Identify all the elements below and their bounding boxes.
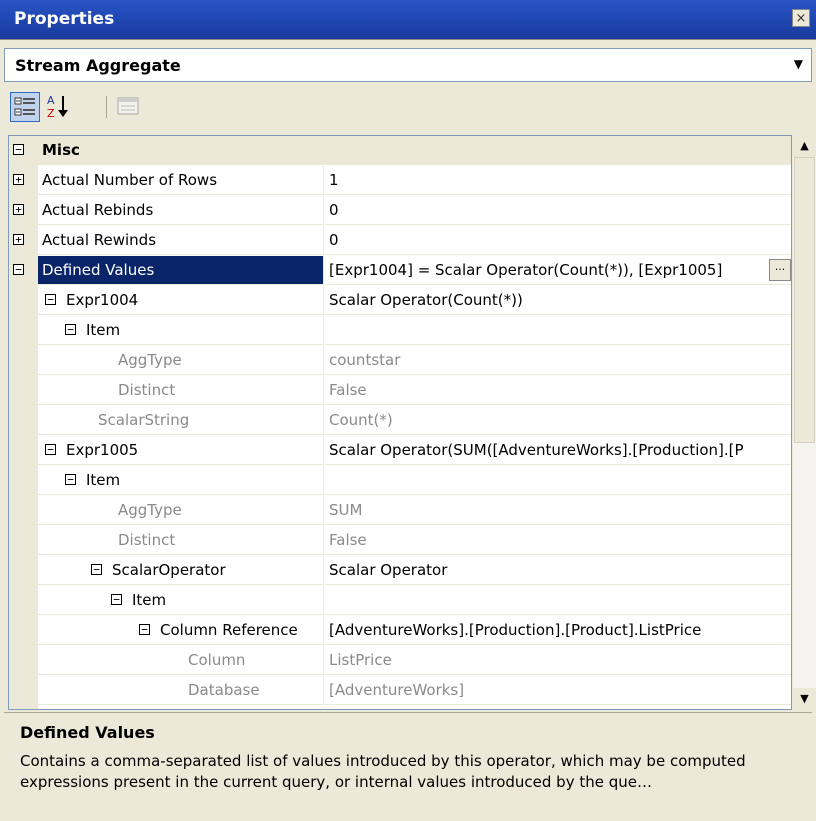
description-text: Contains a comma-separated list of value…: [20, 752, 746, 791]
collapse-icon[interactable]: −: [13, 264, 24, 275]
collapse-icon[interactable]: −: [111, 594, 122, 605]
scroll-down-icon[interactable]: ▼: [793, 688, 816, 710]
collapse-icon[interactable]: −: [91, 564, 102, 575]
property-name: Actual Rebinds: [38, 196, 324, 225]
collapse-icon[interactable]: −: [139, 624, 150, 635]
title-bar: Properties ×: [0, 0, 816, 40]
property-name: ScalarString: [38, 406, 324, 435]
property-value[interactable]: 0: [325, 196, 791, 225]
collapse-icon[interactable]: −: [13, 144, 24, 155]
property-row[interactable]: Column ListPrice: [9, 646, 791, 676]
property-name: AggType: [38, 346, 324, 375]
window-title: Properties: [14, 9, 115, 29]
property-name: Actual Rewinds: [38, 226, 324, 255]
property-row[interactable]: AggType SUM: [9, 496, 791, 526]
property-name: Distinct: [38, 376, 324, 405]
property-value[interactable]: [AdventureWorks]: [325, 676, 791, 705]
property-row[interactable]: Distinct False: [9, 526, 791, 556]
description-pane: Defined Values Contains a comma-separate…: [4, 712, 812, 817]
expand-icon[interactable]: +: [13, 204, 24, 215]
property-name: Item: [38, 586, 324, 615]
property-row[interactable]: ScalarOperator − Scalar Operator: [9, 556, 791, 586]
ellipsis-button[interactable]: ...: [769, 259, 791, 281]
property-name: Item: [38, 466, 324, 495]
scroll-up-icon[interactable]: ▲: [793, 135, 816, 157]
toolbar-separator: [106, 96, 107, 118]
svg-text:A: A: [47, 94, 55, 107]
property-pages-button[interactable]: [114, 92, 144, 122]
property-value[interactable]: [325, 586, 791, 615]
close-icon[interactable]: ×: [792, 9, 810, 27]
object-selector[interactable]: Stream Aggregate ▼: [4, 48, 812, 82]
property-row[interactable]: Expr1004 − Scalar Operator(Count(*)): [9, 286, 791, 316]
property-value[interactable]: 0: [325, 226, 791, 255]
property-row[interactable]: Item −: [9, 466, 791, 496]
property-value[interactable]: Count(*): [325, 406, 791, 435]
property-row[interactable]: Column Reference − [AdventureWorks].[Pro…: [9, 616, 791, 646]
property-value[interactable]: [325, 316, 791, 345]
property-row[interactable]: Item −: [9, 586, 791, 616]
property-name: Expr1005: [38, 436, 324, 465]
object-selector-value: Stream Aggregate: [15, 56, 181, 75]
svg-text:Z: Z: [47, 107, 55, 120]
property-row[interactable]: Database [AdventureWorks]: [9, 676, 791, 706]
expand-icon[interactable]: +: [13, 174, 24, 185]
property-name: Actual Number of Rows: [38, 166, 324, 195]
property-value[interactable]: Scalar Operator: [325, 556, 791, 585]
property-value[interactable]: False: [325, 376, 791, 405]
alphabetical-button[interactable]: A Z: [44, 92, 74, 122]
property-value[interactable]: ListPrice: [325, 646, 791, 675]
property-value[interactable]: 1: [325, 166, 791, 195]
property-row[interactable]: AggType countstar: [9, 346, 791, 376]
expand-icon[interactable]: +: [13, 234, 24, 245]
property-name: Database: [38, 676, 324, 705]
collapse-icon[interactable]: −: [45, 444, 56, 455]
property-row[interactable]: + Actual Number of Rows 1: [9, 166, 791, 196]
collapse-icon[interactable]: −: [45, 294, 56, 305]
property-row-selected[interactable]: − Defined Values [Expr1004] = Scalar Ope…: [9, 256, 791, 286]
collapse-icon[interactable]: −: [65, 474, 76, 485]
property-name: ScalarOperator: [38, 556, 324, 585]
categorized-icon: [14, 97, 35, 116]
property-value[interactable]: Scalar Operator(Count(*)): [325, 286, 791, 315]
property-row[interactable]: Item −: [9, 316, 791, 346]
property-value[interactable]: countstar: [325, 346, 791, 375]
category-misc[interactable]: − Misc: [9, 136, 791, 166]
category-label: Misc: [38, 136, 791, 165]
sort-az-icon: A Z: [47, 94, 68, 120]
property-row[interactable]: + Actual Rebinds 0: [9, 196, 791, 226]
property-name: Column Reference: [38, 616, 324, 645]
property-value[interactable]: SUM: [325, 496, 791, 525]
property-value[interactable]: False: [325, 526, 791, 555]
property-value[interactable]: [Expr1004] = Scalar Operator(Count(*)), …: [325, 256, 791, 285]
property-pages-icon: [117, 97, 139, 115]
property-name: Distinct: [38, 526, 324, 555]
description-title: Defined Values: [20, 723, 155, 742]
property-grid: − Misc + Actual Number of Rows 1 + Actua…: [8, 135, 792, 710]
property-row[interactable]: + Actual Rewinds 0: [9, 226, 791, 256]
property-name: Defined Values: [38, 256, 324, 285]
property-value[interactable]: [AdventureWorks].[Production].[Product].…: [325, 616, 791, 645]
scroll-thumb[interactable]: [794, 157, 815, 443]
property-name: AggType: [38, 496, 324, 525]
vertical-scrollbar[interactable]: ▲ ▼: [793, 135, 816, 710]
chevron-down-icon[interactable]: ▼: [794, 57, 803, 71]
property-name: Item: [38, 316, 324, 345]
property-row[interactable]: Distinct False: [9, 376, 791, 406]
property-row[interactable]: ScalarString Count(*): [9, 406, 791, 436]
property-value[interactable]: Scalar Operator(SUM([AdventureWorks].[Pr…: [325, 436, 791, 465]
toolbar: A Z: [4, 86, 812, 130]
property-name: Column: [38, 646, 324, 675]
categorized-button[interactable]: [10, 92, 40, 122]
property-value[interactable]: [325, 466, 791, 495]
property-name: Expr1004: [38, 286, 324, 315]
collapse-icon[interactable]: −: [65, 324, 76, 335]
property-row[interactable]: Expr1005 − Scalar Operator(SUM([Adventur…: [9, 436, 791, 466]
